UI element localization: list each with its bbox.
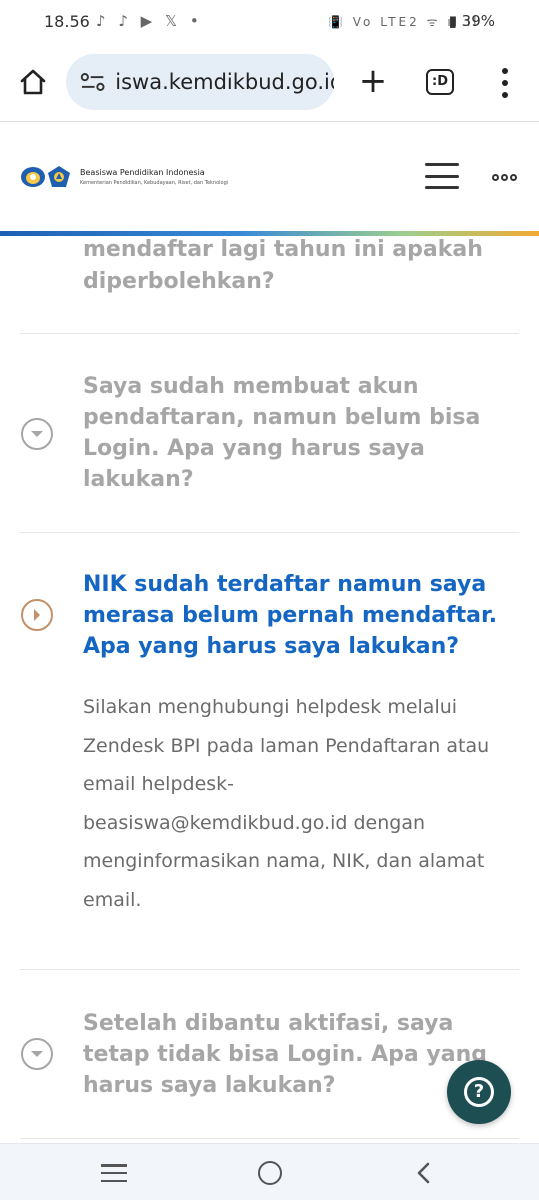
recent-line-icon xyxy=(101,1171,127,1175)
help-button[interactable]: ? xyxy=(447,1060,511,1124)
home-button[interactable] xyxy=(16,65,50,99)
site-header: Beasiswa Pendidikan Indonesia Kementeria… xyxy=(0,123,539,231)
hamburger-line-icon xyxy=(425,174,459,178)
expand-toggle-button[interactable] xyxy=(21,1038,53,1070)
browser-toolbar: iswa.kemdikbud.go.id + :D xyxy=(0,44,539,122)
expand-toggle-button[interactable] xyxy=(21,418,53,450)
status-bar: 18.56 ♪ ♪ ▶ 𝕏 • 📳 Vo LTE2 ᯤ ıl ıl ▮ 39% xyxy=(0,0,539,44)
dot-icon xyxy=(510,174,517,181)
logo-text: Beasiswa Pendidikan Indonesia Kementeria… xyxy=(80,168,228,186)
logo-subtitle: Kementerian Pendidikan, Kebudayaan, Rise… xyxy=(80,180,229,186)
recent-line-icon xyxy=(101,1179,127,1182)
site-logo[interactable]: Beasiswa Pendidikan Indonesia Kementeria… xyxy=(20,165,228,189)
home-nav-button[interactable] xyxy=(258,1161,282,1185)
tab-switcher-button[interactable]: :D xyxy=(426,69,454,95)
faq-question[interactable]: Saya sudah membuat akun pendaftaran, nam… xyxy=(83,371,503,495)
question-mark-icon: ? xyxy=(464,1077,494,1107)
bpi-logo-icon xyxy=(21,167,45,187)
hamburger-menu-button[interactable] xyxy=(425,163,459,189)
chevron-down-icon xyxy=(31,1051,43,1057)
site-settings-icon[interactable] xyxy=(80,72,105,92)
new-tab-button[interactable]: + xyxy=(355,63,391,101)
status-time: 18.56 xyxy=(44,12,90,31)
logo-title: Beasiswa Pendidikan Indonesia xyxy=(80,168,205,177)
recent-line-icon xyxy=(101,1164,127,1167)
hamburger-line-icon xyxy=(425,186,459,189)
battery-status: ▮ 39% xyxy=(448,12,495,30)
faq-item-expanded[interactable]: NIK sudah terdaftar namun saya merasa be… xyxy=(0,533,539,968)
browser-menu-button[interactable] xyxy=(493,68,517,98)
address-bar[interactable]: iswa.kemdikbud.go.id xyxy=(66,54,334,110)
logo-emblem xyxy=(20,165,72,189)
faq-question[interactable]: Setelah dibantu aktifasi, saya tetap tid… xyxy=(83,1008,503,1101)
faq-divider xyxy=(20,1138,519,1139)
tut-wuri-logo-icon xyxy=(48,166,70,187)
more-options-button[interactable] xyxy=(492,174,517,181)
system-nav-bar xyxy=(0,1143,539,1200)
faq-item[interactable]: Saya sudah membuat akun pendaftaran, nam… xyxy=(0,334,539,532)
chevron-right-icon xyxy=(34,609,40,621)
collapse-toggle-button[interactable] xyxy=(21,599,53,631)
url-text[interactable]: iswa.kemdikbud.go.id xyxy=(115,70,334,94)
dot-icon xyxy=(492,174,499,181)
dot-icon xyxy=(501,174,508,181)
faq-question-partial[interactable]: mendaftar lagi tahun ini apakah diperbol… xyxy=(83,236,503,298)
menu-dot-icon xyxy=(502,80,508,86)
recent-apps-button[interactable] xyxy=(101,1164,127,1182)
faq-list: mendaftar lagi tahun ini apakah diperbol… xyxy=(0,236,539,1143)
home-icon xyxy=(20,69,46,95)
back-nav-button[interactable] xyxy=(414,1162,434,1184)
chevron-down-icon xyxy=(31,431,43,437)
faq-answer: Silakan menghubungi helpdesk melalui Zen… xyxy=(83,696,490,911)
notification-icons: ♪ ♪ ▶ 𝕏 • xyxy=(96,12,203,30)
faq-question-active[interactable]: NIK sudah terdaftar namun saya merasa be… xyxy=(83,569,503,662)
menu-dot-icon xyxy=(502,92,508,98)
hamburger-line-icon xyxy=(425,163,459,166)
menu-dot-icon xyxy=(502,68,508,74)
